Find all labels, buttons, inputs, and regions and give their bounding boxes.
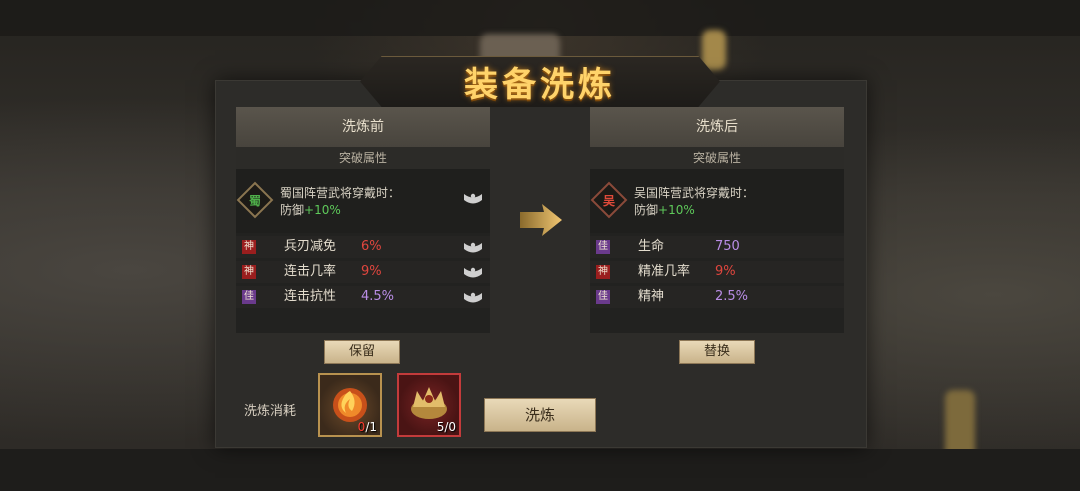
quality-tag: 佳 [596,290,610,304]
quality-tag: 神 [596,265,610,279]
cost-item-slot[interactable]: 5/0 [397,373,461,437]
fire-orb-icon [333,388,367,422]
cost-label: 洗炼消耗 [244,404,297,419]
bottom-bar-blurred [0,449,1080,491]
faction-attr-value: +10% [658,203,695,217]
faction-attr-value: +10% [304,203,341,217]
stat-value: 2.5% [715,289,749,304]
stat-name: 兵刃减免 [284,239,337,254]
item-count: 0/1 [357,420,377,434]
quality-tag: 神 [242,240,256,254]
after-stat-row: 佳 精神 2.5% [590,286,844,308]
refine-button[interactable]: 洗炼 [484,398,596,432]
after-header: 洗炼后 [590,107,844,147]
faction-attr: 防御 [634,203,659,217]
faction-char: 吴 [602,193,615,208]
before-stat-row: 神 兵刃减免 6% [236,236,490,258]
stat-name: 连击抗性 [284,289,337,304]
before-stat-row: 神 连击几率 9% [236,261,490,283]
golden-crown-icon [411,387,447,419]
lock-icon[interactable] [462,191,484,205]
faction-condition: 吴国阵营武将穿戴时： [634,186,755,200]
before-breakthrough-label: 突破属性 [236,147,490,169]
cost-item-slot[interactable]: 0/1 [318,373,382,437]
before-column: 洗炼前 突破属性 蜀 蜀国阵营武将穿戴时： 防御+10% 神 兵刃减免 6% 神… [236,107,490,333]
after-stat-row: 神 精准几率 9% [590,261,844,283]
faction-attr: 防御 [280,203,305,217]
lock-icon[interactable] [462,265,484,279]
before-faction-row: 蜀 蜀国阵营武将穿戴时： 防御+10% [236,169,490,233]
stat-name: 精准几率 [638,264,691,279]
arrow-right-icon [520,204,562,236]
lock-icon[interactable] [462,290,484,304]
stat-name: 精神 [638,289,665,304]
lock-icon[interactable] [462,240,484,254]
stat-value: 9% [715,264,736,279]
dialog-title: 装备洗炼 [464,64,616,105]
top-bar-blurred [0,0,1080,36]
faction-bonus-text: 吴国阵营武将穿戴时： 防御+10% [634,185,754,219]
faction-condition: 蜀国阵营武将穿戴时： [280,186,401,200]
after-stat-row: 佳 生命 750 [590,236,844,258]
stat-name: 生命 [638,239,665,254]
quality-tag: 佳 [242,290,256,304]
faction-bonus-text: 蜀国阵营武将穿戴时： 防御+10% [280,185,400,219]
after-column: 洗炼后 突破属性 吴 吴国阵营武将穿戴时： 防御+10% 佳 生命 750 神 … [590,107,844,333]
before-header: 洗炼前 [236,107,490,147]
quality-tag: 神 [242,265,256,279]
stat-value: 9% [361,264,382,279]
quality-tag: 佳 [596,240,610,254]
stat-value: 6% [361,239,382,254]
replace-button[interactable]: 替换 [679,340,755,364]
item-count: 5/0 [436,420,456,434]
stat-name: 连击几率 [284,264,337,279]
stat-value: 4.5% [361,289,395,304]
before-stat-row: 佳 连击抗性 4.5% [236,286,490,308]
after-breakthrough-label: 突破属性 [590,147,844,169]
stat-value: 750 [715,239,740,254]
after-faction-row: 吴 吴国阵营武将穿戴时： 防御+10% [590,169,844,233]
keep-button[interactable]: 保留 [324,340,400,364]
faction-char: 蜀 [248,193,261,208]
